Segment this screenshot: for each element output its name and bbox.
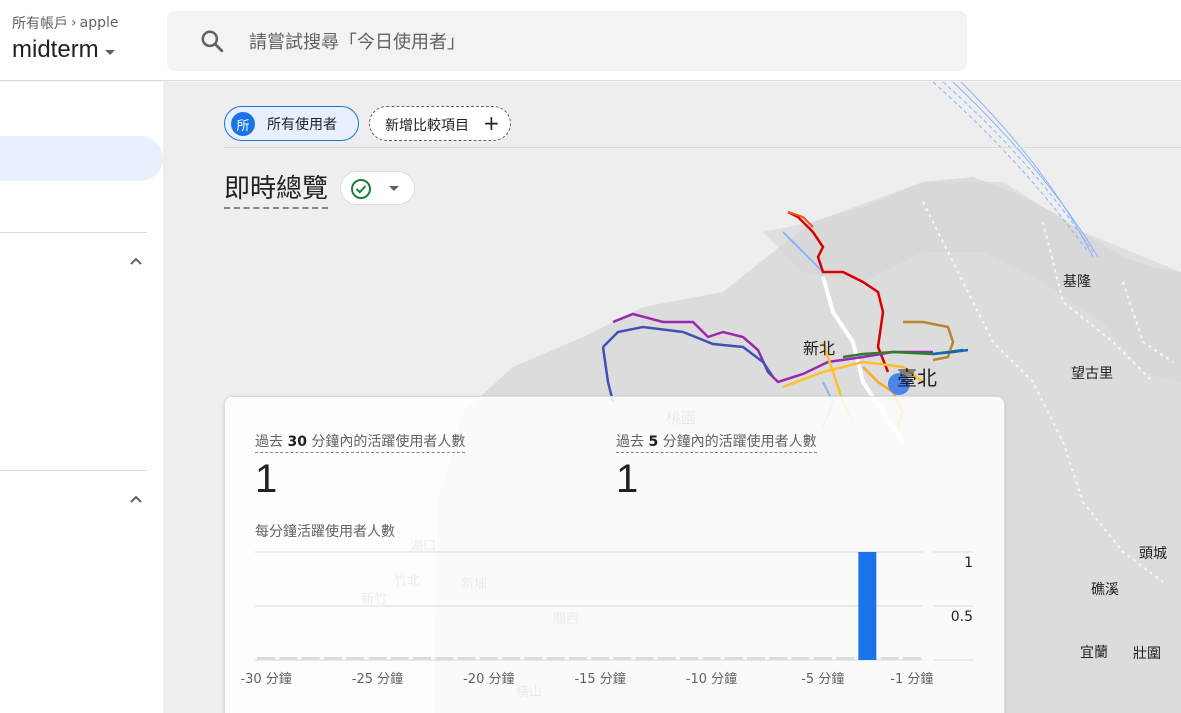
chart-bar-empty (479, 657, 498, 660)
chart-bar-empty (301, 657, 320, 660)
add-comparison-button[interactable]: 新增比較項目 + (369, 106, 511, 141)
left-nav (0, 82, 163, 713)
chart-bar-empty (769, 657, 788, 660)
metric-5min-label[interactable]: 過去 5 分鐘內的活躍使用者人數 (616, 431, 817, 453)
chart-bar-empty (457, 657, 476, 660)
chart-bar-empty (902, 657, 921, 660)
nav-item-active[interactable] (0, 136, 163, 181)
map-label-zhuangwei: 壯圍 (1133, 646, 1161, 662)
map-label-keelung: 基隆 (1063, 273, 1091, 290)
metric-30min-value: 1 (255, 457, 278, 501)
chart-bar-empty (635, 657, 654, 660)
chart-bar-empty (724, 657, 743, 660)
x-tick-label: -15 分鐘 (574, 671, 625, 687)
metric-30min-label-post: 分鐘內的活躍使用者人數 (306, 434, 466, 450)
search-bar[interactable]: 請嘗試搜尋「今日使用者」 (167, 11, 967, 71)
chart-bar (858, 552, 877, 660)
chart-bar-empty (323, 657, 342, 660)
x-tick-label: -25 分鐘 (352, 671, 403, 687)
account-crumb-label: 所有帳戶 (12, 16, 68, 32)
chart-bar-empty (880, 657, 899, 660)
search-placeholder: 請嘗試搜尋「今日使用者」 (249, 32, 465, 53)
account-name: apple (79, 15, 119, 31)
users-per-minute-chart[interactable]: 1 0.5 -30 分鐘 -25 分鐘 -20 分鐘 -15 分鐘 -10 分鐘 -5 分鐘 -… (225, 537, 1006, 697)
chart-bar-empty (279, 657, 298, 660)
segment-avatar: 所 (231, 112, 255, 136)
search-icon (201, 30, 224, 53)
map-label-taipei: 臺北 (897, 366, 937, 390)
metric-5min-value: 1 (616, 457, 639, 501)
x-tick-label: -30 分鐘 (240, 671, 291, 687)
chart-bar-empty (257, 657, 276, 660)
metric-5min-label-num: 5 (648, 434, 659, 450)
realtime-card: 過去 30 分鐘內的活躍使用者人數 1 過去 5 分鐘內的活躍使用者人數 1 每… (224, 396, 1005, 713)
chart-bar-empty (368, 657, 387, 660)
chart-bar-empty (657, 657, 676, 660)
y-tick-label: 0.5 (951, 609, 973, 625)
property-name: midterm (12, 36, 99, 63)
chart-bar-empty (413, 657, 431, 660)
chart-bar-empty (591, 657, 610, 660)
segment-chip-all-users[interactable]: 所 所有使用者 (224, 106, 359, 141)
x-tick-label: -20 分鐘 (463, 671, 514, 687)
chart-bar-empty (524, 657, 543, 660)
chart-bar-empty (702, 657, 721, 660)
chart-bar-empty (791, 657, 810, 660)
metric-5min-label-pre: 過去 (616, 434, 649, 450)
check-circle-icon (351, 179, 371, 199)
x-tick-label: -5 分鐘 (801, 671, 844, 687)
map-label-newtaipei: 新北 (803, 339, 835, 358)
chevron-up-icon[interactable] (129, 492, 143, 506)
chart-bar-empty (435, 657, 454, 660)
plus-icon: + (483, 111, 500, 135)
caret-down-icon (389, 186, 399, 191)
x-tick-label: -10 分鐘 (686, 671, 737, 687)
chart-bar-empty (680, 657, 699, 660)
chart-bar-empty (747, 657, 765, 660)
chart-bar-empty (346, 657, 365, 660)
chevron-up-icon[interactable] (129, 254, 143, 268)
chart-bar-empty (813, 657, 832, 660)
chart-bar-empty (390, 657, 409, 660)
chart-bar-empty (502, 657, 521, 660)
chart-bar-empty (546, 657, 565, 660)
metric-30min-label-pre: 過去 (255, 434, 288, 450)
chart-bar-empty (613, 657, 632, 660)
breadcrumb-chevron-icon: › (71, 15, 77, 31)
x-tick-label: -1 分鐘 (890, 671, 933, 687)
top-header: 所有帳戶 › apple midterm 請嘗試搜尋「今日使用者」 (0, 0, 1181, 81)
map-label-yilan: 宜蘭 (1080, 645, 1108, 661)
property-selector[interactable]: midterm (12, 36, 115, 64)
nav-divider (0, 470, 147, 471)
metric-30min-label[interactable]: 過去 30 分鐘內的活躍使用者人數 (255, 431, 466, 453)
status-dropdown[interactable] (340, 171, 415, 205)
metric-30min-label-num: 30 (287, 434, 307, 450)
account-breadcrumb[interactable]: 所有帳戶 › apple (12, 13, 118, 33)
chart-bar-empty (836, 657, 855, 660)
caret-down-icon (104, 49, 115, 55)
map-label-jiaoxi: 礁溪 (1091, 582, 1119, 598)
divider (224, 147, 1181, 148)
chart-bar-empty (568, 657, 587, 660)
map-label-toucheng: 頭城 (1139, 546, 1167, 562)
segment-label: 所有使用者 (267, 116, 337, 133)
y-tick-label: 1 (964, 555, 973, 571)
map-label-wangguli: 望古里 (1071, 366, 1113, 382)
page-title: 即時總覽 (224, 168, 329, 209)
add-comparison-label: 新增比較項目 (385, 118, 469, 134)
nav-divider (0, 232, 147, 233)
metric-5min-label-post: 分鐘內的活躍使用者人數 (658, 434, 817, 450)
